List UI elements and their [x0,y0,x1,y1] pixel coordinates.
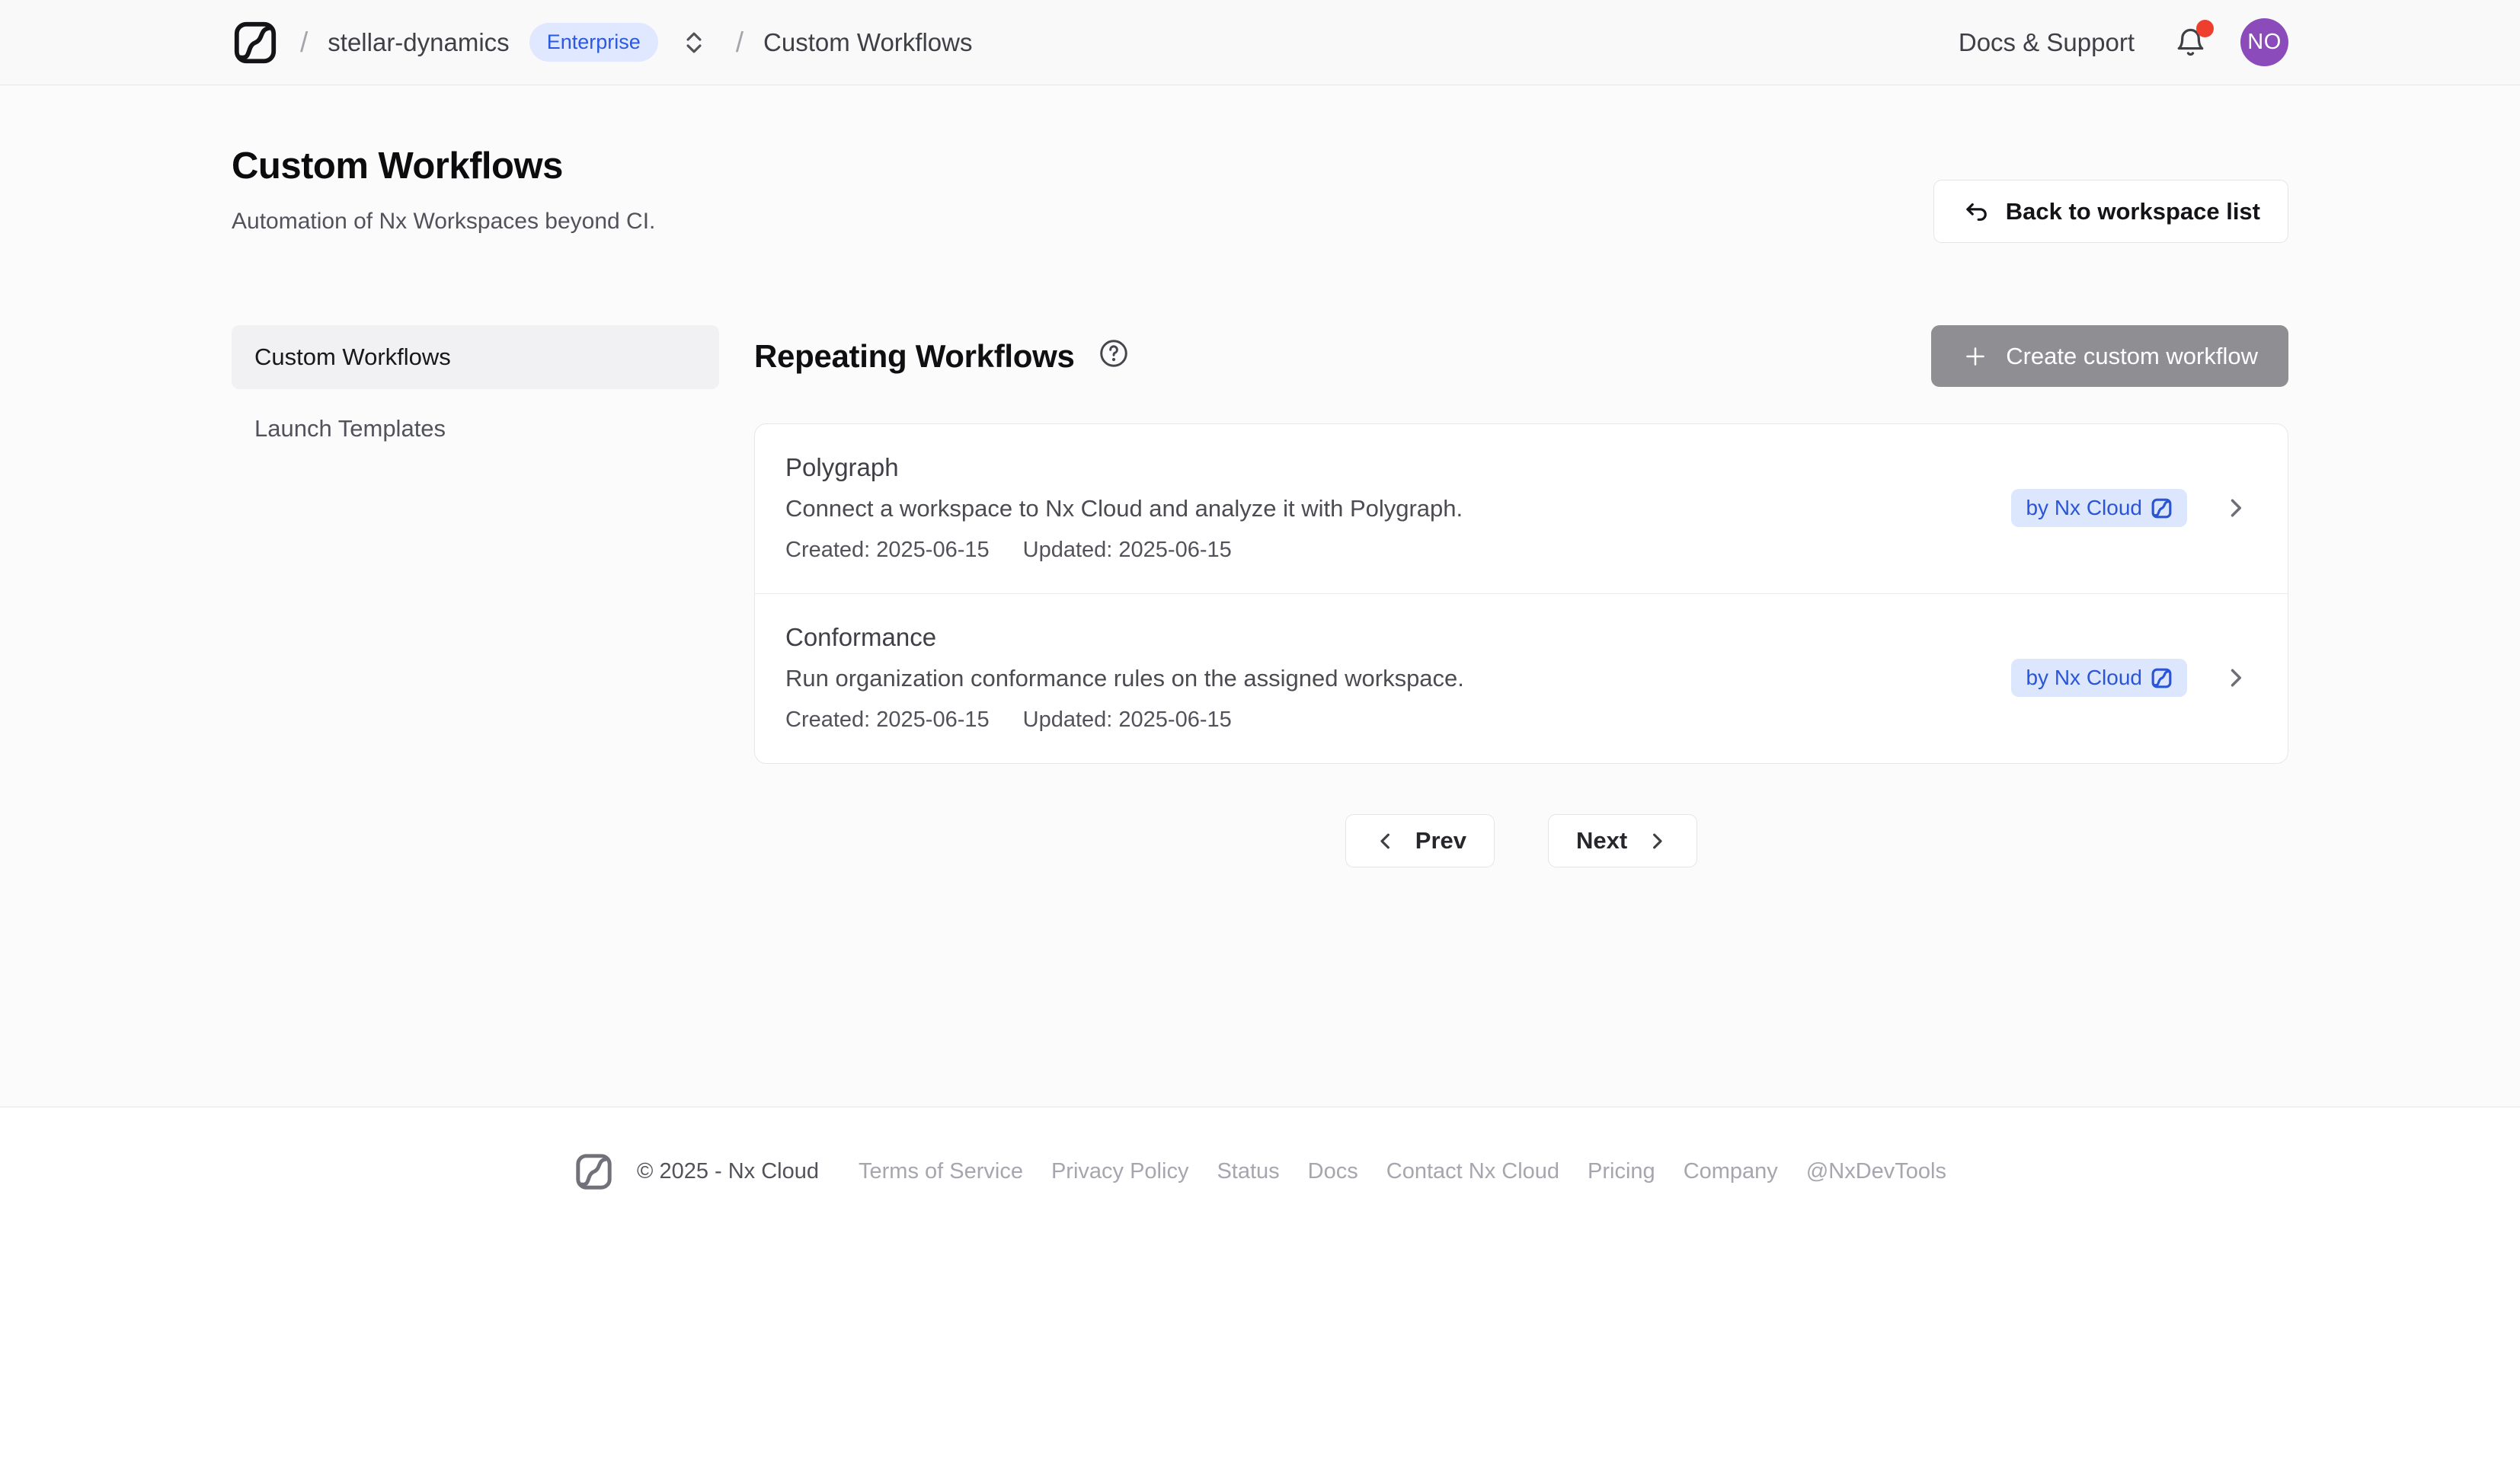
prev-page-button[interactable]: Prev [1345,814,1495,867]
workflow-description: Connect a workspace to Nx Cloud and anal… [785,495,2011,522]
footer-link-terms[interactable]: Terms of Service [859,1159,1023,1184]
pagination: Prev Next [754,814,2288,867]
chevron-left-icon [1374,829,1397,853]
create-custom-workflow-button[interactable]: Create custom workflow [1931,325,2288,387]
workflow-description: Run organization conformance rules on th… [785,665,2011,692]
workflow-created: Created: 2025-06-15 [785,538,990,563]
footer-link-status[interactable]: Status [1217,1159,1279,1184]
page-header: Custom Workflows Automation of Nx Worksp… [232,85,2288,243]
docs-support-link[interactable]: Docs & Support [1959,28,2135,57]
notifications-button[interactable] [2174,26,2207,59]
by-nx-cloud-badge[interactable]: by Nx Cloud [2011,659,2187,697]
back-to-workspace-list-button[interactable]: Back to workspace list [1933,180,2288,243]
badge-label: by Nx Cloud [2026,496,2142,520]
workflow-updated: Updated: 2025-06-15 [1023,708,1232,733]
footer-copyright: © 2025 - Nx Cloud [637,1159,819,1184]
workflow-created: Created: 2025-06-15 [785,708,990,733]
header-actions: Docs & Support NO [1959,18,2288,66]
workflow-list: Polygraph Connect a workspace to Nx Clou… [754,423,2288,764]
section-title: Repeating Workflows [754,338,1075,375]
settings-sidebar: Custom Workflows Launch Templates [232,325,719,468]
footer-link-pricing[interactable]: Pricing [1588,1159,1655,1184]
breadcrumb-separator: / [300,27,308,59]
breadcrumb-workspace[interactable]: stellar-dynamics [328,28,509,57]
plus-icon [1962,343,1989,370]
footer-link-nxdevtools[interactable]: @NxDevTools [1806,1159,1946,1184]
workspace-switcher-icon[interactable] [680,28,708,57]
prev-label: Prev [1415,827,1466,854]
footer-link-contact[interactable]: Contact Nx Cloud [1386,1159,1559,1184]
footer-links: Terms of Service Privacy Policy Status D… [859,1159,1946,1184]
breadcrumb: / stellar-dynamics Enterprise / Custom W… [232,19,972,66]
workflow-row-conformance[interactable]: Conformance Run organization conformance… [755,593,2288,763]
nx-logo-icon[interactable] [232,19,279,66]
create-button-label: Create custom workflow [2006,343,2258,370]
nx-badge-icon [2151,497,2173,519]
footer-link-docs[interactable]: Docs [1308,1159,1358,1184]
next-page-button[interactable]: Next [1548,814,1697,867]
workflow-name: Conformance [785,623,2011,652]
footer-link-company[interactable]: Company [1684,1159,1778,1184]
workflow-row-polygraph[interactable]: Polygraph Connect a workspace to Nx Clou… [755,424,2288,593]
chevron-right-icon [1645,829,1669,853]
arrow-back-icon [1962,197,1991,226]
breadcrumb-separator: / [736,27,744,59]
back-button-label: Back to workspace list [2006,198,2260,225]
footer: © 2025 - Nx Cloud Terms of Service Priva… [0,1107,2520,1192]
chevron-right-icon [2222,494,2250,522]
chevron-right-icon [2222,664,2250,692]
next-label: Next [1576,827,1627,854]
app-surface: / stellar-dynamics Enterprise / Custom W… [0,0,2520,1107]
page-title: Custom Workflows [232,145,655,187]
breadcrumb-page: Custom Workflows [763,28,972,57]
by-nx-cloud-badge[interactable]: by Nx Cloud [2011,489,2187,527]
workflow-name: Polygraph [785,453,2011,482]
sidebar-item-launch-templates[interactable]: Launch Templates [232,397,719,461]
plan-badge: Enterprise [529,23,658,62]
nx-badge-icon [2151,667,2173,689]
footer-nx-logo-icon [574,1152,614,1192]
avatar[interactable]: NO [2240,18,2288,66]
footer-link-privacy[interactable]: Privacy Policy [1051,1159,1189,1184]
main-panel: Repeating Workflows Create custom workfl… [754,325,2288,867]
badge-label: by Nx Cloud [2026,666,2142,690]
workflow-updated: Updated: 2025-06-15 [1023,538,1232,563]
notification-dot [2196,20,2214,37]
help-icon[interactable] [1098,337,1130,369]
page-subtitle: Automation of Nx Workspaces beyond CI. [232,209,655,235]
top-nav: / stellar-dynamics Enterprise / Custom W… [0,0,2520,85]
sidebar-item-custom-workflows[interactable]: Custom Workflows [232,325,719,389]
